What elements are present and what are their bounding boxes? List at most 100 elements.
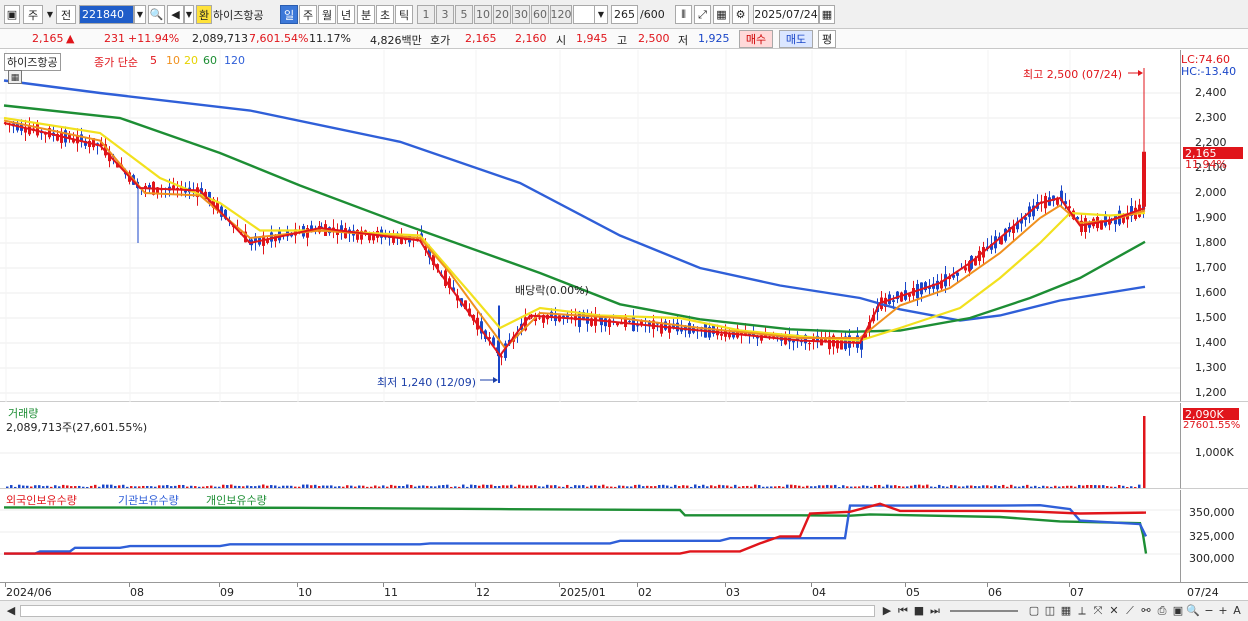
bar-count-input[interactable]: 265 bbox=[611, 5, 638, 24]
capture-icon[interactable]: ▣ bbox=[1171, 604, 1185, 618]
count-20[interactable]: 20 bbox=[493, 5, 511, 24]
layout-icon[interactable]: ▢ bbox=[1027, 604, 1041, 618]
zoom-out-icon[interactable]: − bbox=[1202, 604, 1216, 618]
calendar-icon[interactable]: ▦ bbox=[819, 5, 835, 24]
zoom-reset-icon[interactable]: + bbox=[1216, 604, 1230, 618]
volume-bar bbox=[494, 486, 497, 488]
volume-bar bbox=[638, 484, 641, 488]
count-30[interactable]: 30 bbox=[512, 5, 530, 24]
volume-bar bbox=[794, 485, 797, 488]
volume-bar bbox=[154, 486, 157, 488]
search-icon[interactable]: 🔍 bbox=[148, 5, 165, 24]
font-size-icon[interactable]: A bbox=[1230, 604, 1244, 618]
link-icon[interactable]: ⚯ bbox=[1139, 604, 1153, 618]
count-5[interactable]: 5 bbox=[455, 5, 473, 24]
tab-period-minute[interactable]: 분 bbox=[357, 5, 375, 24]
volume-bar bbox=[622, 485, 625, 488]
count-1[interactable]: 1 bbox=[417, 5, 435, 24]
price-change: 231 bbox=[104, 32, 125, 45]
forward-icon[interactable]: ⏭ bbox=[928, 604, 942, 618]
zoom-in-icon[interactable]: 🔍 bbox=[1186, 604, 1200, 618]
tab-period-year[interactable]: 년 bbox=[337, 5, 355, 24]
buy-button[interactable]: 매수 bbox=[739, 30, 773, 48]
window-menu-icon[interactable]: ▣ bbox=[4, 5, 20, 24]
price-chart-pane[interactable]: 하이즈항공 종가 단순 5 10 20 60 120 ▦ 최고 2,500 (0… bbox=[0, 50, 1180, 402]
eval-button[interactable]: 평 bbox=[818, 30, 836, 48]
volume-bar bbox=[310, 485, 313, 488]
last-candle-body bbox=[1142, 151, 1146, 207]
volume-bar bbox=[170, 486, 173, 488]
volume-bar bbox=[182, 484, 185, 488]
exchange-select[interactable]: 전 bbox=[56, 5, 76, 24]
tab-period-month[interactable]: 월 bbox=[318, 5, 336, 24]
price-y-axis[interactable]: LC:74.60 HC:-13.40 2,400 2,300 2,200 2,100 2… bbox=[1180, 50, 1248, 402]
volume-pane[interactable]: 거래량 2,089,713주(27,601.55%) bbox=[0, 403, 1180, 489]
trend-icon[interactable]: ⟋ bbox=[1123, 604, 1137, 618]
candle-type-icon[interactable]: ⫴ bbox=[675, 5, 692, 24]
volume-bar bbox=[10, 485, 13, 488]
date-input[interactable]: 2025/07/24 bbox=[753, 5, 819, 24]
volume-bar bbox=[442, 485, 445, 488]
volume-bar bbox=[450, 486, 453, 488]
tab-period-tick[interactable]: 틱 bbox=[395, 5, 413, 24]
count-3[interactable]: 3 bbox=[436, 5, 454, 24]
table-icon[interactable]: ▦ bbox=[8, 70, 22, 84]
count-10[interactable]: 10 bbox=[474, 5, 492, 24]
rewind-icon[interactable]: ⏮ bbox=[896, 604, 910, 618]
volume-bar bbox=[426, 485, 429, 488]
scroll-left-icon[interactable]: ◀ bbox=[4, 604, 18, 618]
print-icon[interactable]: ⎙ bbox=[1155, 604, 1169, 618]
x-axis-label: 12 bbox=[476, 586, 490, 599]
candle-body bbox=[184, 190, 187, 193]
volume-bar bbox=[706, 486, 709, 488]
chevron-down-icon[interactable]: ▼ bbox=[44, 5, 56, 24]
tab-period-second[interactable]: 초 bbox=[376, 5, 394, 24]
volume-bar bbox=[510, 484, 513, 488]
volume-bar bbox=[662, 484, 665, 488]
count-120[interactable]: 120 bbox=[550, 5, 572, 24]
draw-tool-icon[interactable]: ⤢ bbox=[694, 5, 711, 24]
volume-bar bbox=[926, 484, 929, 488]
count-60[interactable]: 60 bbox=[531, 5, 549, 24]
zoom-slider[interactable] bbox=[950, 610, 1018, 612]
volume-bar bbox=[978, 486, 981, 488]
scroll-right-icon[interactable]: ▶ bbox=[880, 604, 894, 618]
volume-bar bbox=[670, 486, 673, 488]
holdings-pane[interactable]: 외국인보유수량 기관보유수량 개인보유수량 bbox=[0, 490, 1180, 582]
ruler-icon[interactable]: ⟂ bbox=[1075, 604, 1089, 618]
save-icon[interactable]: ▦ bbox=[713, 5, 730, 24]
legend-ma-10: 10 bbox=[166, 54, 180, 67]
volume-chart[interactable] bbox=[0, 403, 1180, 489]
code-dropdown-icon[interactable]: ▼ bbox=[134, 5, 146, 24]
price-chart[interactable] bbox=[0, 50, 1180, 402]
split-icon[interactable]: ◫ bbox=[1043, 604, 1057, 618]
stock-code-input[interactable]: 221840 bbox=[79, 5, 134, 24]
price-tick-label: 1,600 bbox=[1195, 286, 1227, 299]
measure-icon[interactable]: ⤧ bbox=[1091, 604, 1105, 618]
tab-period-day[interactable]: 일 bbox=[280, 5, 298, 24]
volume-bar bbox=[686, 485, 689, 488]
exchange-badge[interactable]: 환 bbox=[196, 5, 212, 24]
volume-bar bbox=[406, 484, 409, 488]
cross-icon[interactable]: ✕ bbox=[1107, 604, 1121, 618]
volume-bar bbox=[1130, 486, 1133, 488]
volume-bar bbox=[274, 485, 277, 488]
volume-bar bbox=[870, 486, 873, 488]
tab-period-week[interactable]: 주 bbox=[299, 5, 317, 24]
market-select[interactable]: 주 bbox=[23, 5, 43, 24]
gear-icon[interactable]: ⚙ bbox=[732, 5, 749, 24]
volume-bar bbox=[1014, 486, 1017, 488]
count-dropdown-icon[interactable]: ▼ bbox=[594, 5, 608, 24]
holdings-y-axis[interactable]: 350,000 325,000 300,000 bbox=[1180, 490, 1248, 582]
stop-icon[interactable]: ■ bbox=[912, 604, 926, 618]
speaker-dropdown-icon[interactable]: ▼ bbox=[184, 5, 194, 24]
volume-bar bbox=[110, 484, 113, 488]
speaker-icon[interactable]: ◀ bbox=[167, 5, 184, 24]
volume-bar bbox=[1022, 485, 1025, 488]
horizontal-scrollbar[interactable] bbox=[20, 605, 875, 617]
quote-bar: 2,165 ▲ 231 +11.94% 2,089,713 7,601.54% … bbox=[0, 29, 1248, 49]
sell-button[interactable]: 매도 bbox=[779, 30, 813, 48]
grid-icon[interactable]: ▦ bbox=[1059, 604, 1073, 618]
volume-bar bbox=[818, 485, 821, 488]
volume-y-axis[interactable]: 2,090K 27601.55% 1,000K bbox=[1180, 403, 1248, 489]
